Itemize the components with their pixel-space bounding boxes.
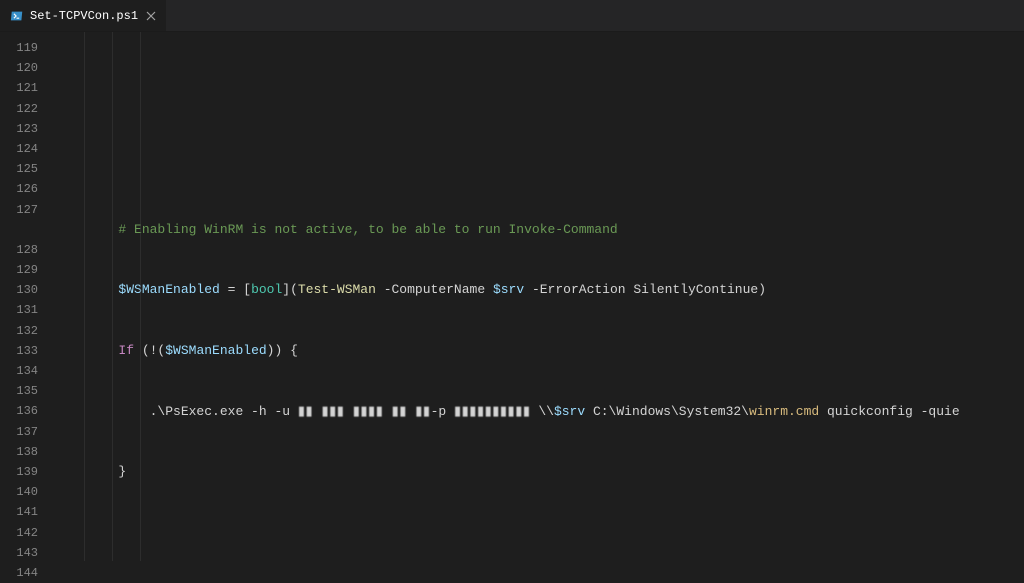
tab-set-tcpvcon[interactable]: Set-TCPVCon.ps1 bbox=[0, 0, 167, 31]
code-line: .\PsExec.exe -h -u ▮▮ ▮▮▮ ▮▮▮▮ ▮▮ ▮▮-p ▮… bbox=[56, 402, 1024, 422]
indent-guide bbox=[112, 32, 113, 561]
editor[interactable]: 1191201211221231241251261271281291301311… bbox=[0, 32, 1024, 561]
close-icon[interactable] bbox=[144, 9, 158, 23]
indent-guide bbox=[84, 32, 85, 561]
code-line bbox=[56, 159, 1024, 179]
indent-guide bbox=[140, 32, 141, 561]
tab-filename: Set-TCPVCon.ps1 bbox=[30, 9, 138, 23]
code-line: } bbox=[56, 462, 1024, 482]
code-line: $WSManEnabled = [bool](Test-WSMan -Compu… bbox=[56, 280, 1024, 300]
tab-bar: Set-TCPVCon.ps1 bbox=[0, 0, 1024, 32]
powershell-icon bbox=[10, 9, 24, 23]
code-line: If (!($WSManEnabled)) { bbox=[56, 341, 1024, 361]
line-number-gutter: 1191201211221231241251261271281291301311… bbox=[0, 32, 56, 561]
code-line bbox=[56, 523, 1024, 543]
code-line: # Enabling WinRM is not active, to be ab… bbox=[56, 220, 1024, 240]
code-area[interactable]: # Enabling WinRM is not active, to be ab… bbox=[56, 32, 1024, 561]
